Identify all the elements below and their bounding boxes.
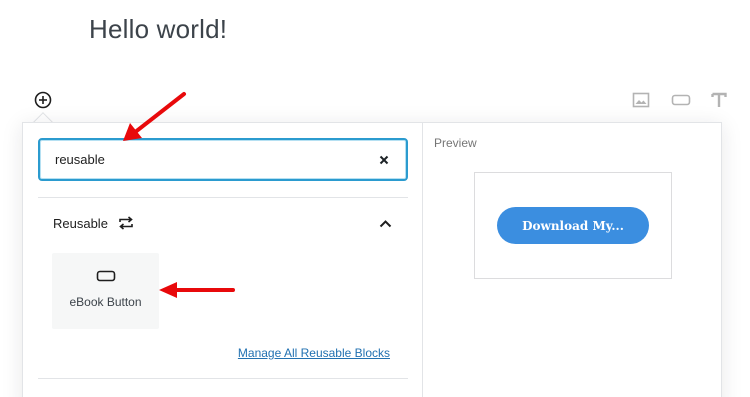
search-value[interactable]: reusable [55,152,376,167]
block-item-label: eBook Button [69,295,142,309]
inserter-blocks-panel: reusable Reusable eBook Button Manage Al… [23,123,423,397]
manage-reusable-blocks-link[interactable]: Manage All Reusable Blocks [238,346,390,360]
post-title[interactable]: Hello world! [89,14,227,45]
chevron-up-icon[interactable] [377,215,393,231]
plus-circle-icon[interactable] [33,90,53,110]
image-icon[interactable] [631,90,651,110]
button-icon [96,270,115,282]
close-icon[interactable] [376,152,392,168]
button-icon[interactable] [671,90,691,110]
text-icon[interactable] [709,90,729,110]
divider [38,197,408,198]
annotation-arrow-block [159,282,235,298]
block-item-ebook-button[interactable]: eBook Button [52,253,159,329]
panel-title: Reusable [53,215,108,231]
divider [38,378,408,379]
reusable-icon [117,214,135,232]
block-inserter-popover: reusable Reusable eBook Button Manage Al… [22,122,722,397]
preview-label: Preview [434,136,477,150]
block-search-input[interactable]: reusable [38,138,408,181]
preview-frame: Download My... [474,172,672,279]
reusable-panel-header[interactable]: Reusable [53,212,393,234]
preview-download-button: Download My... [497,207,649,244]
block-preview-panel: Preview Download My... [423,123,721,397]
annotation-arrow-search [123,92,186,141]
